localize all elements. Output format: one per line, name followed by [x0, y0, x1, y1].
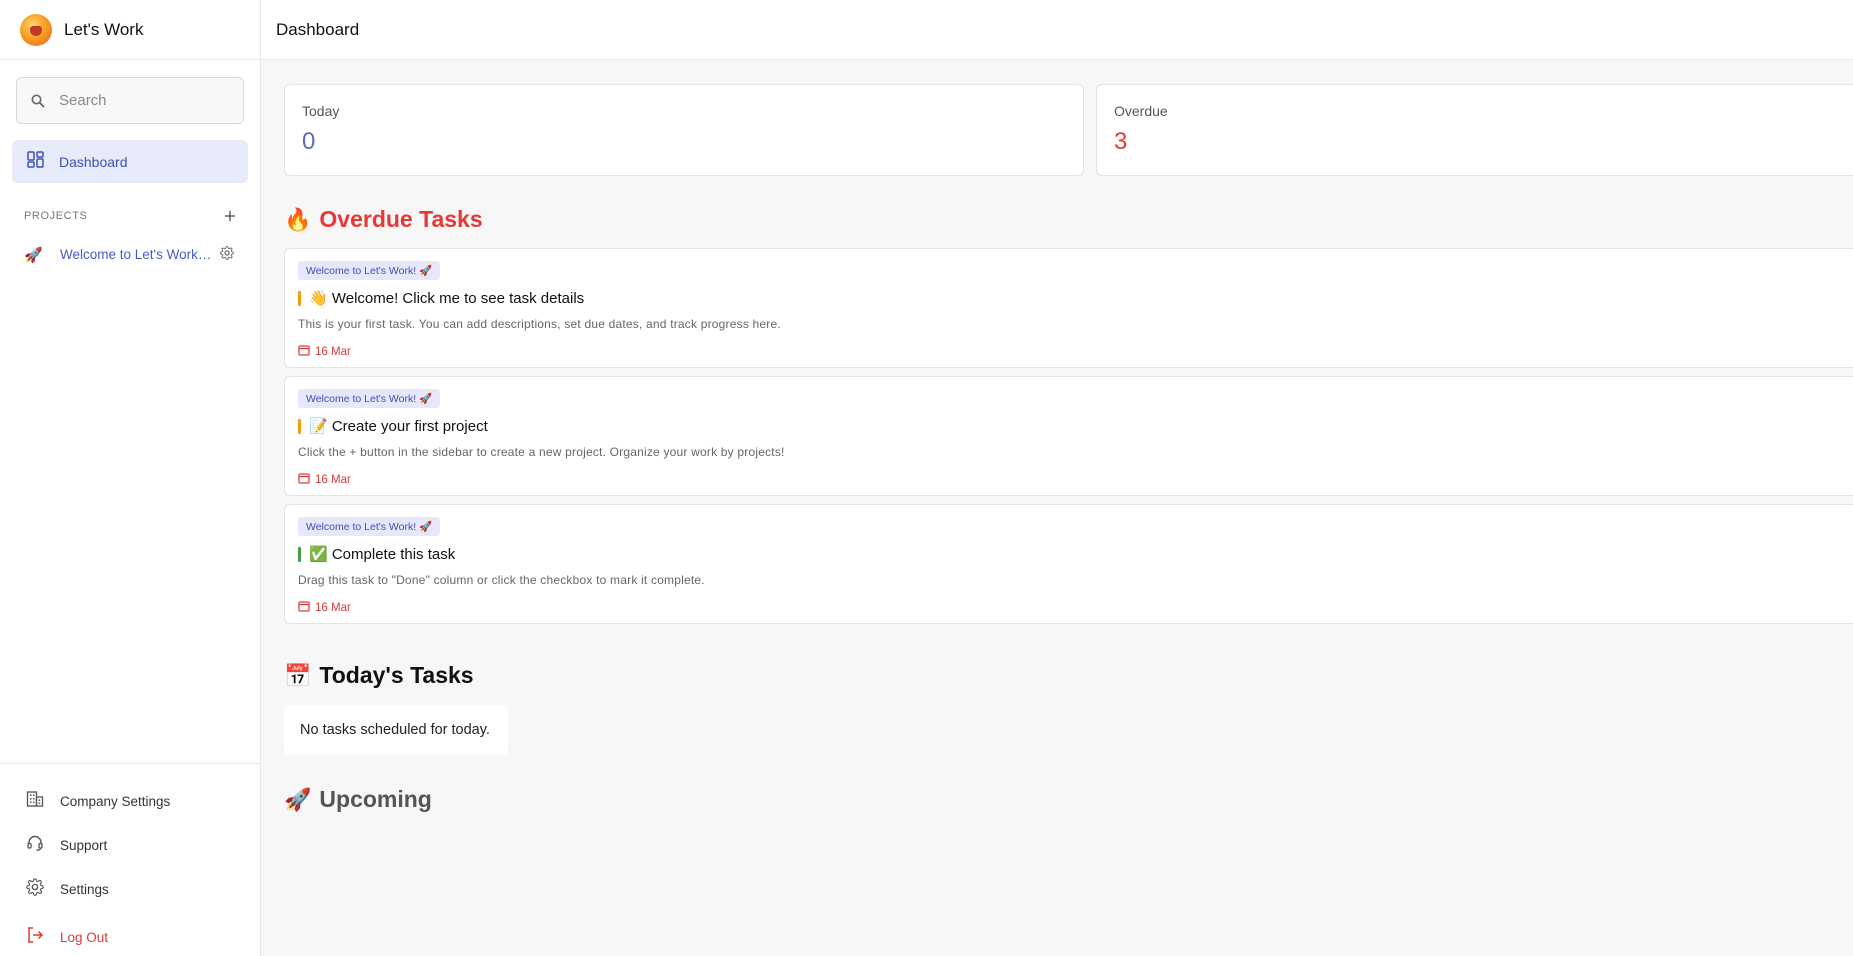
app-name: Let's Work: [64, 19, 144, 39]
search-box[interactable]: [16, 77, 244, 124]
page-title: Dashboard: [276, 19, 360, 39]
search-icon: [30, 93, 46, 109]
headset-icon: [26, 834, 44, 857]
project-settings-gear-icon[interactable]: [220, 245, 234, 265]
fire-icon: 🔥: [284, 206, 312, 232]
sidebar-item-label: Company Settings: [60, 794, 171, 809]
due-text: 16 Mar: [315, 473, 351, 486]
sidebar-project-item[interactable]: 🚀 Welcome to Let's Work! 🚀: [24, 244, 238, 266]
search-input[interactable]: [59, 92, 239, 109]
section-title-text: Overdue Tasks: [319, 206, 483, 232]
priority-bar: [298, 546, 301, 562]
top-bar: Dashboard: [261, 0, 1853, 60]
gear-icon: [26, 878, 44, 901]
stat-label: Overdue: [1114, 103, 1168, 119]
sidebar-item-label: Settings: [60, 882, 109, 897]
sidebar-item-support[interactable]: Support: [26, 834, 107, 857]
project-tag: Welcome to Let's Work! 🚀: [298, 261, 441, 280]
task-title-text: 📝 Create your first project: [309, 418, 488, 435]
sidebar: Let's Work Dashboard PROJECTS 🚀 Welcome …: [0, 0, 261, 956]
task-due-date: 16 Mar: [298, 600, 1850, 615]
projects-label: PROJECTS: [24, 210, 88, 222]
stat-label: Today: [302, 103, 340, 119]
sidebar-item-settings[interactable]: Settings: [26, 878, 109, 901]
today-empty-state: No tasks scheduled for today.: [284, 705, 508, 755]
project-tag: Welcome to Let's Work! 🚀: [298, 389, 441, 408]
overdue-section-title: 🔥 Overdue Tasks: [284, 206, 483, 233]
stat-card-today: Today 0: [284, 84, 1084, 176]
stat-value: 0: [302, 128, 316, 155]
rocket-icon: 🚀: [284, 786, 312, 812]
stat-card-overdue: Overdue 3: [1096, 84, 1853, 176]
calendar-icon: [298, 472, 310, 487]
task-card[interactable]: Welcome to Let's Work! 🚀 👋 Welcome! Clic…: [284, 248, 1853, 368]
due-text: 16 Mar: [315, 345, 351, 358]
logout-button[interactable]: Log Out: [26, 926, 108, 949]
app-logo-icon: [20, 13, 52, 46]
due-text: 16 Mar: [315, 601, 351, 614]
brand[interactable]: Let's Work: [0, 0, 260, 60]
task-title-text: 👋 Welcome! Click me to see task details: [309, 290, 585, 307]
task-title: ✅ Complete this task: [298, 545, 1850, 563]
task-description: Click the + button in the sidebar to cre…: [298, 445, 785, 459]
stat-value: 3: [1114, 128, 1128, 155]
project-name: Welcome to Let's Work! 🚀: [60, 247, 214, 262]
task-card[interactable]: Welcome to Let's Work! 🚀 📝 Create your f…: [284, 376, 1853, 496]
task-due-date: 16 Mar: [298, 472, 1850, 487]
project-emoji: 🚀: [24, 247, 43, 264]
projects-header: PROJECTS: [24, 209, 236, 223]
dashboard-icon: [27, 150, 44, 173]
calendar-icon: [298, 600, 310, 615]
section-title-text: Upcoming: [319, 786, 432, 812]
sidebar-item-label: Dashboard: [59, 153, 128, 170]
sidebar-item-company-settings[interactable]: Company Settings: [26, 790, 170, 813]
task-title: 👋 Welcome! Click me to see task details: [298, 289, 1850, 307]
sidebar-item-dashboard[interactable]: Dashboard: [12, 140, 248, 183]
calendar-emoji-icon: 📅: [284, 662, 312, 688]
task-card[interactable]: Welcome to Let's Work! 🚀 ✅ Complete this…: [284, 504, 1853, 624]
plus-icon: [225, 211, 235, 221]
task-description: This is your first task. You can add des…: [298, 317, 781, 331]
section-title-text: Today's Tasks: [319, 662, 474, 688]
task-due-date: 16 Mar: [298, 344, 1850, 359]
task-title: 📝 Create your first project: [298, 417, 1850, 435]
sidebar-item-label: Support: [60, 838, 108, 853]
task-description: Drag this task to "Done" column or click…: [298, 573, 705, 587]
project-tag: Welcome to Let's Work! 🚀: [298, 517, 441, 536]
priority-bar: [298, 290, 301, 306]
sidebar-item-label: Log Out: [60, 930, 109, 945]
sidebar-bottom: Company Settings Support Settings Log Ou…: [0, 763, 260, 956]
priority-bar: [298, 418, 301, 434]
upcoming-section-title: 🚀 Upcoming: [284, 786, 432, 813]
task-title-text: ✅ Complete this task: [309, 546, 456, 563]
building-icon: [26, 790, 44, 813]
add-project-button[interactable]: [224, 209, 236, 223]
today-section-title: 📅 Today's Tasks: [284, 662, 474, 689]
logout-icon: [26, 926, 44, 949]
calendar-icon: [298, 344, 310, 359]
